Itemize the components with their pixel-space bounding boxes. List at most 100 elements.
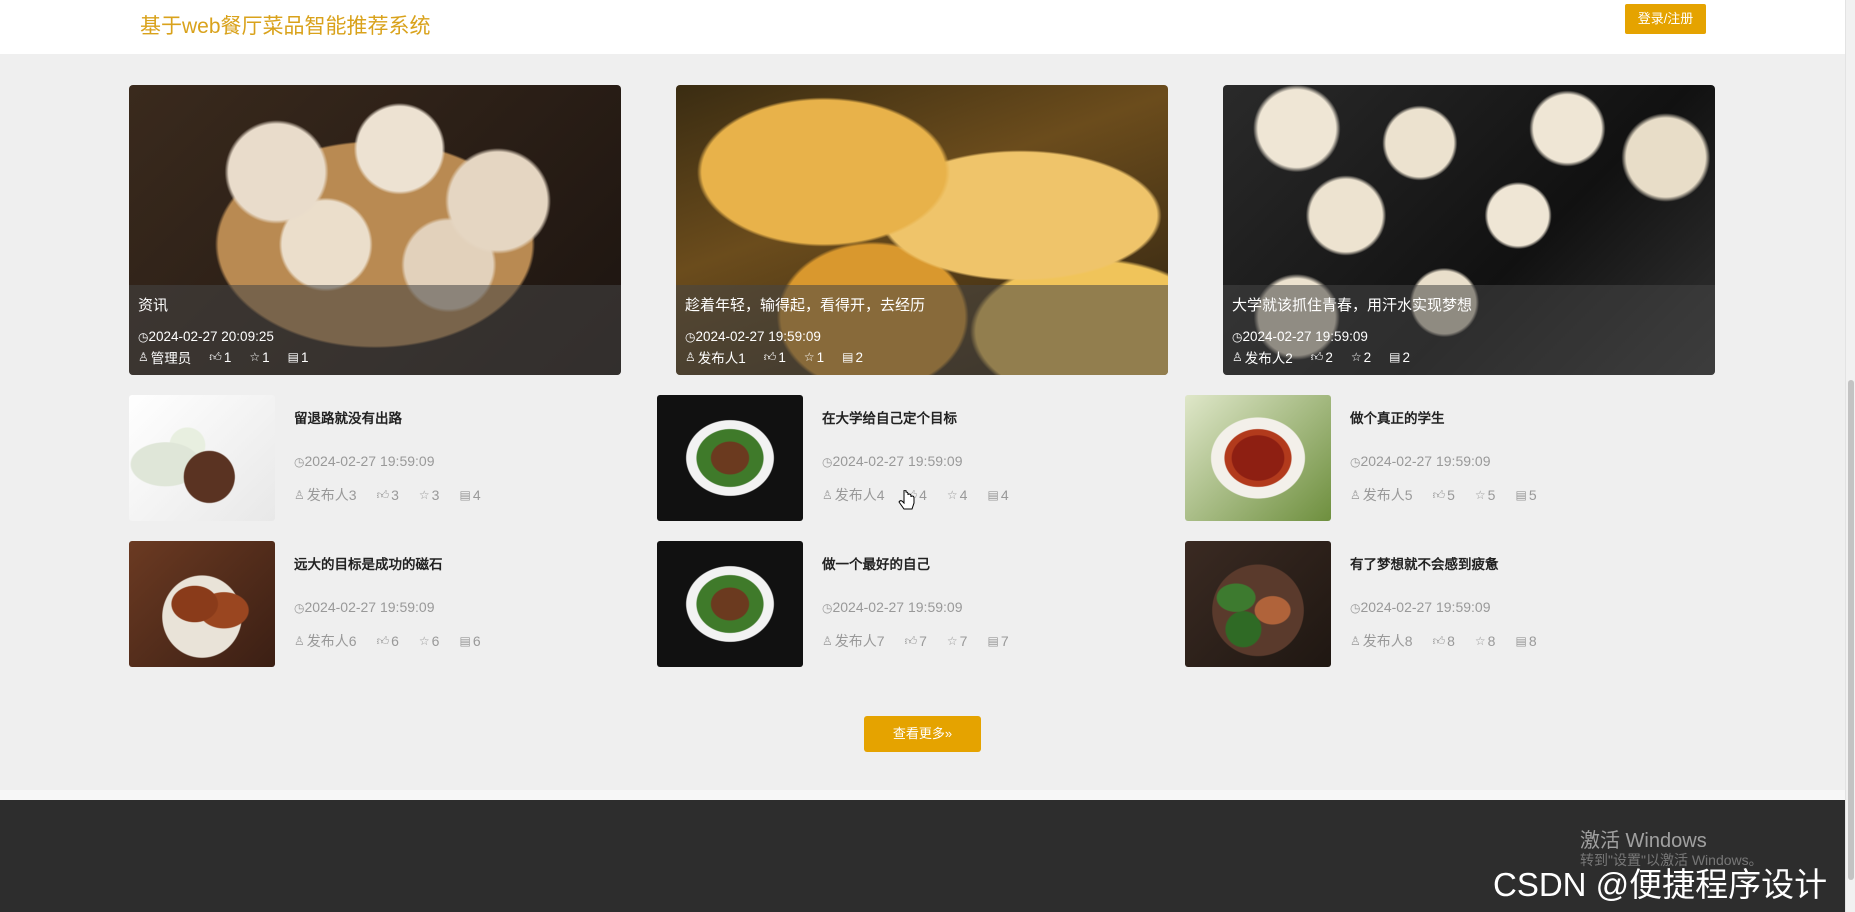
author: ♙ 发布人4 (822, 487, 885, 503)
footer-divider (0, 790, 1845, 800)
hand-cursor-icon (898, 490, 915, 510)
featured-title[interactable]: 大学就该抓住青春，用汗水实现梦想 (1232, 294, 1472, 315)
comments: ▤ 5 (1515, 487, 1537, 503)
favorites: ☆ 4 (946, 487, 968, 503)
author: ♙ 发布人2 (1232, 350, 1293, 366)
star-icon: ☆ (1350, 350, 1362, 364)
comments: ▤ 2 (842, 349, 863, 365)
item-date: ◷2024-02-27 19:59:09 (822, 453, 963, 469)
comments: ▤ 7 (987, 633, 1009, 649)
clock-icon: ◷ (1350, 455, 1361, 469)
food-thumbnail (129, 541, 275, 667)
thumbs-up-icon: 👍︎ (1432, 634, 1446, 648)
featured-card[interactable]: 趁着年轻，输得起，看得开，去经历 ◷2024-02-27 19:59:09 ♙ 发… (676, 85, 1168, 375)
list-item[interactable]: 做个真正的学生 ◷2024-02-27 19:59:09 ♙ 发布人5 👍︎ 5 ☆… (1185, 395, 1705, 521)
item-date: ◷2024-02-27 19:59:09 (1350, 453, 1491, 469)
thumbs-up-icon: 👍︎ (209, 350, 222, 364)
featured-title[interactable]: 资讯 (138, 294, 168, 315)
clock-icon: ◷ (685, 330, 696, 344)
featured-meta: ♙ 管理员 👍︎ 1 ☆ 1 ▤ 1 (138, 347, 308, 367)
user-icon: ♙ (138, 350, 149, 364)
item-title[interactable]: 做个真正的学生 (1350, 407, 1445, 427)
favorites: ☆ 1 (249, 349, 270, 365)
thumbs-up-icon: 👍︎ (763, 350, 777, 364)
favorites: ☆ 6 (418, 633, 440, 649)
star-icon: ☆ (803, 350, 815, 364)
featured-meta: ♙ 发布人1 👍︎ 1 ☆ 1 ▤ 2 (685, 347, 863, 367)
comments: ▤ 8 (1515, 633, 1537, 649)
featured-meta: ♙ 发布人2 👍︎ 2 ☆ 2 ▤ 2 (1232, 347, 1410, 367)
list-item[interactable]: 做一个最好的自己 ◷2024-02-27 19:59:09 ♙ 发布人7 👍︎ 7 … (657, 541, 1177, 667)
item-meta: ♙ 发布人8 👍︎ 8 ☆ 8 ▤ 8 (1350, 631, 1537, 651)
favorites: ☆ 1 (803, 349, 825, 365)
item-title[interactable]: 在大学给自己定个目标 (822, 407, 957, 427)
likes: 👍︎ 1 (763, 349, 786, 365)
item-date: ◷2024-02-27 19:59:09 (822, 599, 963, 615)
thumbs-up-icon: 👍︎ (376, 634, 390, 648)
view-more-button[interactable]: 查看更多» (864, 716, 981, 752)
list-item[interactable]: 远大的目标是成功的磁石 ◷2024-02-27 19:59:09 ♙ 发布人6 👍… (129, 541, 649, 667)
user-icon: ♙ (822, 488, 833, 502)
featured-card[interactable]: 资讯 ◷2024-02-27 20:09:25 ♙ 管理员 👍︎ 1 ☆ 1 ▤ 1 (129, 85, 621, 375)
user-icon: ♙ (1350, 634, 1361, 648)
clock-icon: ◷ (138, 330, 149, 344)
user-icon: ♙ (294, 488, 305, 502)
csdn-watermark: CSDN @便捷程序设计 (1493, 866, 1828, 903)
likes: 👍︎ 7 (904, 633, 927, 649)
favorites: ☆ 3 (418, 487, 440, 503)
likes: 👍︎ 6 (376, 633, 399, 649)
thumbs-up-icon: 👍︎ (1310, 350, 1324, 364)
item-title[interactable]: 做一个最好的自己 (822, 553, 930, 573)
comments: ▤ 2 (1389, 349, 1410, 365)
thumbs-up-icon: 👍︎ (376, 488, 390, 502)
list-item[interactable]: 留退路就没有出路 ◷2024-02-27 19:59:09 ♙ 发布人3 👍︎ 3 … (129, 395, 649, 521)
featured-date: ◷2024-02-27 19:59:09 (1232, 329, 1368, 344)
list-item[interactable]: 有了梦想就不会感到疲惫 ◷2024-02-27 19:59:09 ♙ 发布人8 👍… (1185, 541, 1705, 667)
featured-title[interactable]: 趁着年轻，输得起，看得开，去经历 (685, 294, 925, 315)
vertical-scrollbar[interactable] (1845, 0, 1855, 912)
site-title[interactable]: 基于web餐厅菜品智能推荐系统 (140, 10, 431, 40)
item-meta: ♙ 发布人5 👍︎ 5 ☆ 5 ▤ 5 (1350, 485, 1537, 505)
star-icon: ☆ (1474, 634, 1486, 648)
star-icon: ☆ (249, 350, 261, 364)
featured-date: ◷2024-02-27 19:59:09 (685, 329, 821, 344)
comments: ▤ 6 (459, 633, 481, 649)
item-meta: ♙ 发布人3 👍︎ 3 ☆ 3 ▤ 4 (294, 485, 481, 505)
login-register-button[interactable]: 登录/注册 (1625, 4, 1706, 34)
clock-icon: ◷ (822, 601, 833, 615)
comment-icon: ▤ (987, 634, 999, 648)
item-title[interactable]: 远大的目标是成功的磁石 (294, 553, 443, 573)
item-title[interactable]: 留退路就没有出路 (294, 407, 402, 427)
author: ♙ 发布人7 (822, 633, 885, 649)
user-icon: ♙ (1350, 488, 1361, 502)
likes: 👍︎ 5 (1432, 487, 1455, 503)
favorites: ☆ 8 (1474, 633, 1496, 649)
food-thumbnail (129, 395, 275, 521)
food-thumbnail (1185, 541, 1331, 667)
star-icon: ☆ (418, 488, 430, 502)
featured-card[interactable]: 大学就该抓住青春，用汗水实现梦想 ◷2024-02-27 19:59:09 ♙ 发… (1223, 85, 1715, 375)
likes: 👍︎ 3 (376, 487, 399, 503)
author: ♙ 发布人6 (294, 633, 357, 649)
comment-icon: ▤ (287, 350, 299, 364)
comments: ▤ 1 (287, 349, 309, 365)
author: ♙ 发布人3 (294, 487, 357, 503)
favorites: ☆ 5 (1474, 487, 1496, 503)
scrollbar-thumb[interactable] (1848, 380, 1854, 880)
comments: ▤ 4 (459, 487, 481, 503)
item-meta: ♙ 发布人7 👍︎ 7 ☆ 7 ▤ 7 (822, 631, 1009, 651)
comment-icon: ▤ (1515, 488, 1527, 502)
comment-icon: ▤ (987, 488, 999, 502)
list-item[interactable]: 在大学给自己定个目标 ◷2024-02-27 19:59:09 ♙发布人4 👍︎… (657, 395, 1177, 521)
star-icon: ☆ (946, 634, 958, 648)
clock-icon: ◷ (822, 455, 833, 469)
item-date: ◷2024-02-27 19:59:09 (294, 453, 435, 469)
item-title[interactable]: 有了梦想就不会感到疲惫 (1350, 553, 1499, 573)
top-header: 基于web餐厅菜品智能推荐系统 登录/注册 (0, 0, 1845, 54)
comment-icon: ▤ (842, 350, 854, 364)
clock-icon: ◷ (294, 455, 305, 469)
author: ♙ 管理员 (138, 350, 192, 366)
item-meta: ♙ 发布人6 👍︎ 6 ☆ 6 ▤ 6 (294, 631, 481, 651)
user-icon: ♙ (822, 634, 833, 648)
likes: 👍︎ 8 (1432, 633, 1455, 649)
